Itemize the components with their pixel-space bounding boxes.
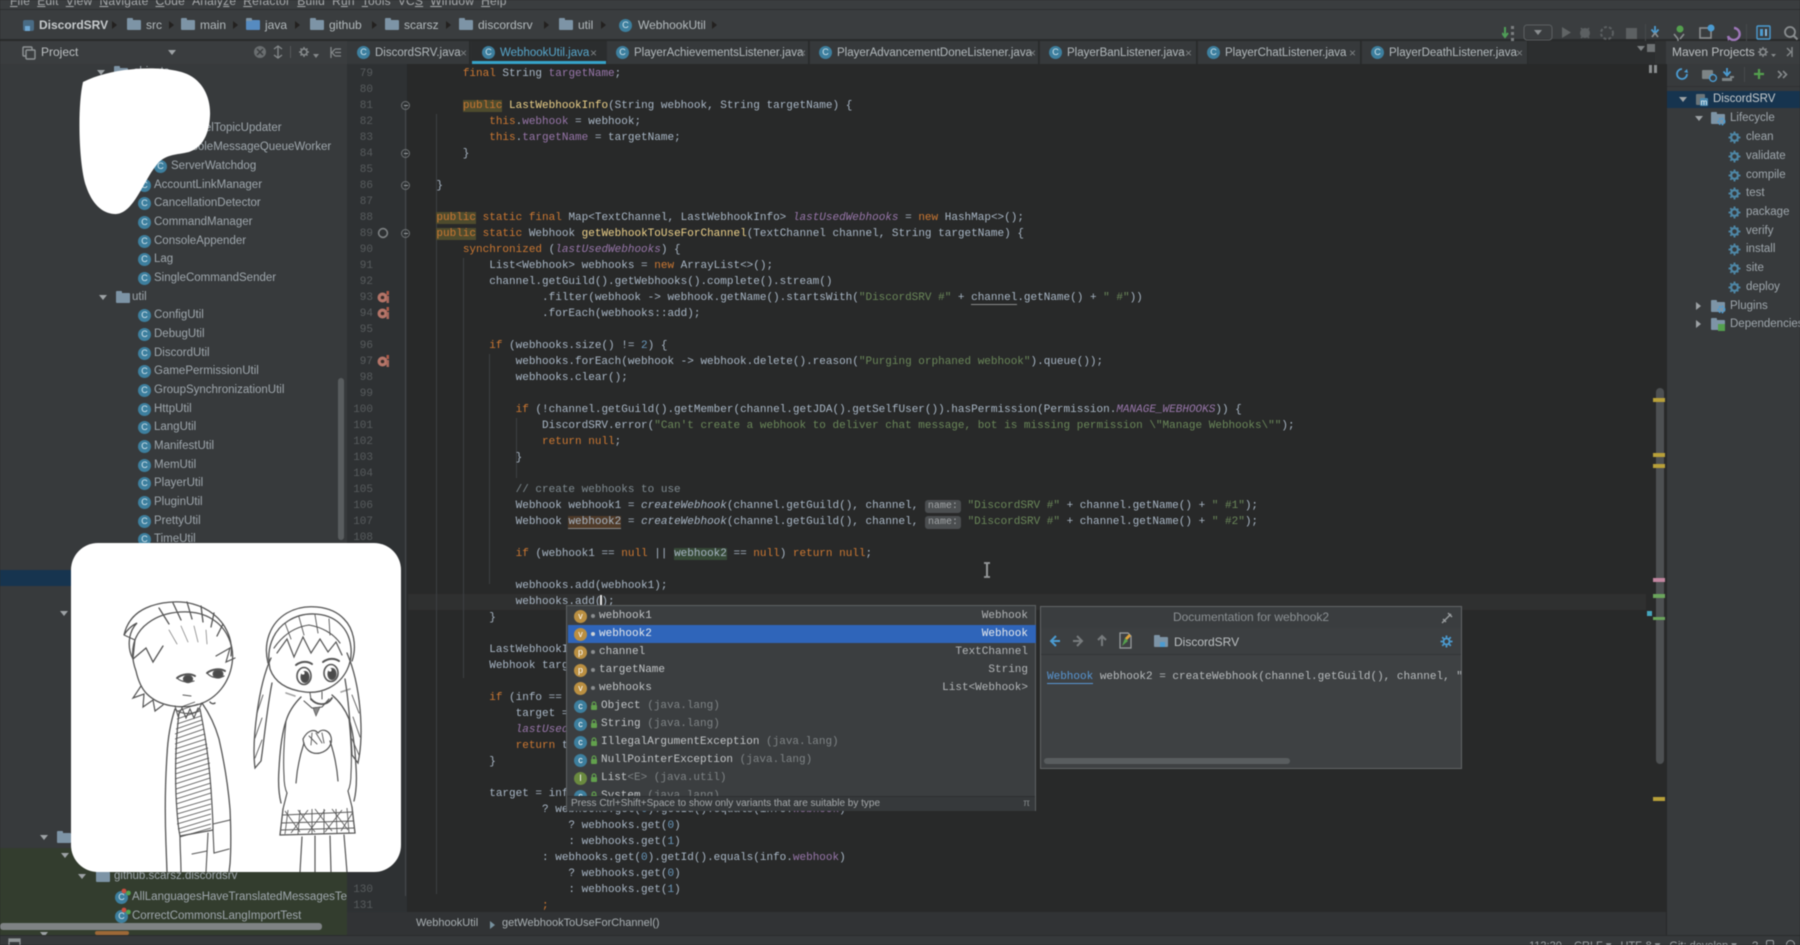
svg-text:m: m xyxy=(1701,98,1708,106)
